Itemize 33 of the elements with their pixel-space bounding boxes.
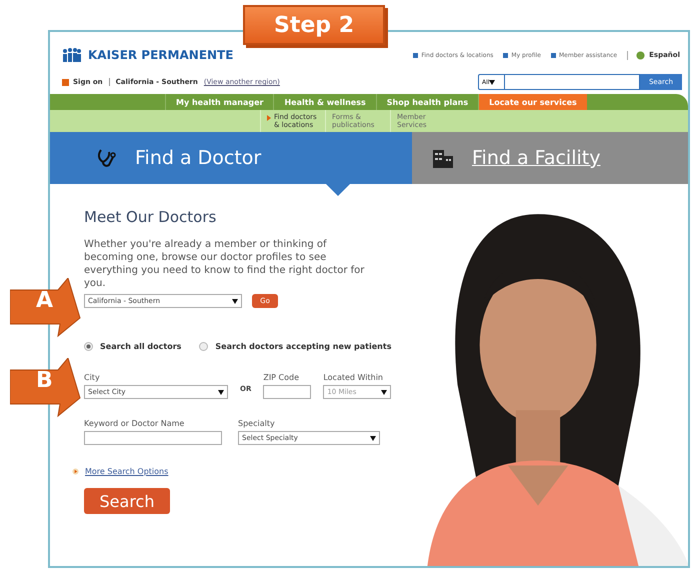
callout-arrow-icon <box>10 278 82 338</box>
field-label: Keyword or Doctor Name <box>84 419 186 428</box>
chevron-icon <box>267 115 271 121</box>
search-button[interactable]: Search <box>84 488 170 514</box>
callout-label: B <box>36 368 53 393</box>
callout-label: A <box>36 288 54 313</box>
field-label: ZIP Code <box>263 373 300 382</box>
building-icon <box>432 147 454 169</box>
section-title: Meet Our Doctors <box>84 208 218 226</box>
stethoscope-icon <box>95 147 117 169</box>
search-field[interactable] <box>505 74 640 90</box>
caret-icon <box>489 80 496 84</box>
caret-icon <box>218 390 224 394</box>
search-mode-radio[interactable]: Search all doctors <box>84 342 182 351</box>
sign-on-icon <box>62 78 69 86</box>
arrow-icon <box>72 468 79 475</box>
caret-icon <box>232 298 238 304</box>
caret-icon <box>381 390 388 394</box>
caret-icon <box>370 436 376 440</box>
section-tab[interactable]: Find a Facility <box>412 132 688 184</box>
zip-field[interactable] <box>263 385 312 399</box>
more-options-link[interactable]: More Search Options <box>85 467 168 476</box>
field-label: Located Within <box>323 373 384 382</box>
globe-icon <box>636 50 646 60</box>
logo-icon <box>62 48 82 62</box>
logo-text: KAISER PERMANENTE <box>88 48 234 62</box>
keyword-field[interactable] <box>84 431 222 445</box>
search-mode-radio[interactable]: Search doctors accepting new patients <box>199 342 392 351</box>
intro-text: Whether you're already a member or thinking of becoming one, browse our doctor profiles to see everything you need to know to find the right doctor for you. <box>84 238 366 290</box>
callout-arrow-icon <box>10 358 82 418</box>
field-label: City <box>84 373 101 382</box>
step-label: Step 2 <box>243 5 385 45</box>
field-label: Specialty <box>238 419 276 428</box>
